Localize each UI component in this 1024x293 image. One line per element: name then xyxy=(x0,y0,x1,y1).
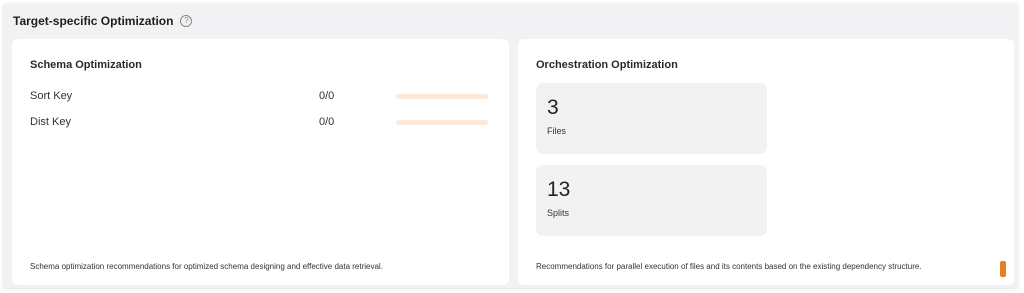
files-stat-box[interactable]: 3 Files xyxy=(536,83,767,154)
target-optimization-panel: Target-specific Optimization ? Schema Op… xyxy=(3,3,1018,288)
schema-card-description: Schema optimization recommendations for … xyxy=(30,262,383,271)
sort-key-label: Sort Key xyxy=(30,90,73,102)
files-count: 3 xyxy=(547,96,559,119)
resize-handle[interactable] xyxy=(1000,261,1006,277)
splits-stat-box[interactable]: 13 Splits xyxy=(536,165,767,236)
schema-card-title: Schema Optimization xyxy=(30,59,142,71)
dist-key-value: 0/0 xyxy=(319,116,335,128)
dist-key-row: Dist Key 0/0 xyxy=(30,116,490,130)
orchestration-card-title: Orchestration Optimization xyxy=(536,59,678,71)
panel-title: Target-specific Optimization xyxy=(13,14,174,28)
orchestration-card-description: Recommendations for parallel execution o… xyxy=(536,262,922,271)
dist-key-progress-bar xyxy=(396,120,488,125)
schema-optimization-card: Schema Optimization Sort Key 0/0 Dist Ke… xyxy=(12,39,509,285)
panel-header: Target-specific Optimization ? xyxy=(13,12,193,30)
sort-key-progress-bar xyxy=(396,94,488,99)
sort-key-value: 0/0 xyxy=(319,90,335,102)
orchestration-optimization-card: Orchestration Optimization 3 Files 13 Sp… xyxy=(518,39,1014,285)
splits-count: 13 xyxy=(547,178,571,201)
splits-label: Splits xyxy=(547,208,570,218)
files-label: Files xyxy=(547,126,567,136)
help-icon[interactable]: ? xyxy=(180,15,193,27)
sort-key-row: Sort Key 0/0 xyxy=(30,90,490,104)
dist-key-label: Dist Key xyxy=(30,116,71,128)
